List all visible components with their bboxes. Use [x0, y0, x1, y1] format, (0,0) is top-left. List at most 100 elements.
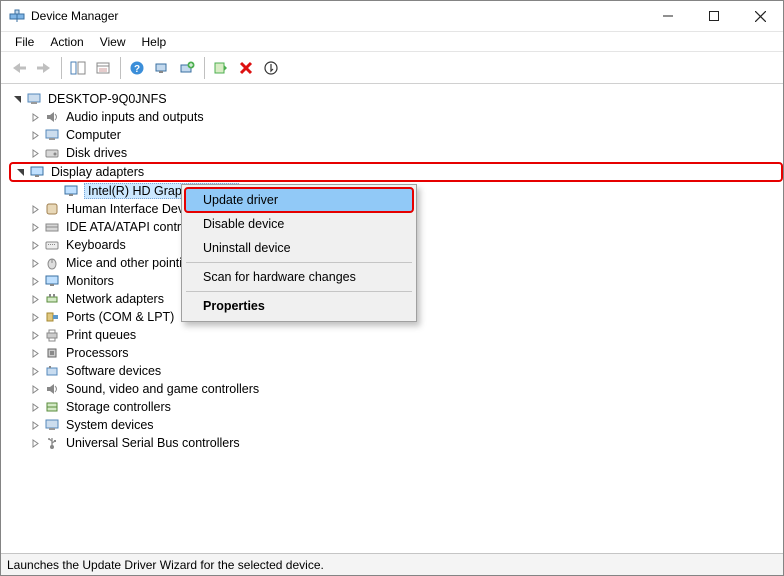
- chevron-right-icon[interactable]: [29, 221, 41, 233]
- menu-view[interactable]: View: [92, 33, 134, 51]
- tree-label: Display adapters: [49, 165, 146, 179]
- menu-properties[interactable]: Properties: [185, 294, 413, 318]
- tree-item-system[interactable]: System devices: [9, 416, 783, 434]
- tree-item-computer[interactable]: Computer: [9, 126, 783, 144]
- tree-item-usb[interactable]: Universal Serial Bus controllers: [9, 434, 783, 452]
- chevron-right-icon[interactable]: [29, 311, 41, 323]
- properties-button[interactable]: [91, 56, 115, 80]
- software-icon: [44, 363, 60, 379]
- tree-label: Network adapters: [64, 292, 166, 306]
- menu-scan-hardware[interactable]: Scan for hardware changes: [185, 265, 413, 289]
- enable-button[interactable]: [209, 56, 233, 80]
- chevron-down-icon[interactable]: [11, 93, 23, 105]
- chevron-right-icon[interactable]: [29, 147, 41, 159]
- device-manager-window: Device Manager File Action View Help ?: [0, 0, 784, 576]
- back-button[interactable]: [7, 56, 31, 80]
- speaker-icon: [44, 109, 60, 125]
- device-tree[interactable]: DESKTOP-9Q0JNFS Audio inputs and outputs…: [1, 84, 783, 553]
- chevron-down-icon[interactable]: [14, 166, 26, 178]
- chevron-right-icon[interactable]: [29, 347, 41, 359]
- chevron-right-icon[interactable]: [29, 401, 41, 413]
- hid-icon: [44, 201, 60, 217]
- tree-label: Storage controllers: [64, 400, 173, 414]
- uninstall-button[interactable]: [234, 56, 258, 80]
- update-driver-button[interactable]: [175, 56, 199, 80]
- tree-label: Processors: [64, 346, 131, 360]
- mouse-icon: [44, 255, 60, 271]
- window-controls: [645, 1, 783, 31]
- tree-item-sound[interactable]: Sound, video and game controllers: [9, 380, 783, 398]
- minimize-button[interactable]: [645, 1, 691, 31]
- tree-label: Universal Serial Bus controllers: [64, 436, 242, 450]
- menu-action[interactable]: Action: [42, 33, 91, 51]
- chevron-right-icon[interactable]: [29, 257, 41, 269]
- tree-item-disk[interactable]: Disk drives: [9, 144, 783, 162]
- device-manager-icon: [9, 8, 25, 24]
- chevron-right-icon[interactable]: [29, 275, 41, 287]
- tree-label: Disk drives: [64, 146, 129, 160]
- chevron-right-icon[interactable]: [29, 239, 41, 251]
- tree-label: DESKTOP-9Q0JNFS: [46, 92, 169, 106]
- close-button[interactable]: [737, 1, 783, 31]
- tree-label: System devices: [64, 418, 156, 432]
- separator: [186, 291, 412, 292]
- computer-icon: [44, 127, 60, 143]
- tree-item-printqueues[interactable]: Print queues: [9, 326, 783, 344]
- menu-help[interactable]: Help: [134, 33, 175, 51]
- tree-item-display-adapters[interactable]: Display adapters: [9, 162, 783, 182]
- chevron-right-icon[interactable]: [29, 203, 41, 215]
- menu-uninstall-device[interactable]: Uninstall device: [185, 236, 413, 260]
- display-icon: [29, 164, 45, 180]
- tree-item-storage[interactable]: Storage controllers: [9, 398, 783, 416]
- menu-file[interactable]: File: [7, 33, 42, 51]
- tree-root[interactable]: DESKTOP-9Q0JNFS: [9, 90, 783, 108]
- display-icon: [63, 183, 79, 199]
- tree-label: Audio inputs and outputs: [64, 110, 206, 124]
- tree-label: Monitors: [64, 274, 116, 288]
- ide-icon: [44, 219, 60, 235]
- cpu-icon: [44, 345, 60, 361]
- tree-label: Sound, video and game controllers: [64, 382, 261, 396]
- chevron-right-icon[interactable]: [29, 419, 41, 431]
- tree-item-processors[interactable]: Processors: [9, 344, 783, 362]
- printer-icon: [44, 327, 60, 343]
- usb-icon: [44, 435, 60, 451]
- disk-icon: [44, 145, 60, 161]
- show-hide-tree-button[interactable]: [66, 56, 90, 80]
- separator: [61, 57, 62, 79]
- statusbar: Launches the Update Driver Wizard for th…: [1, 553, 783, 575]
- system-icon: [44, 417, 60, 433]
- chevron-right-icon[interactable]: [29, 293, 41, 305]
- tree-label: Software devices: [64, 364, 163, 378]
- toolbar: ?: [1, 52, 783, 84]
- storage-icon: [44, 399, 60, 415]
- menu-update-driver[interactable]: Update driver: [185, 188, 413, 212]
- chevron-right-icon[interactable]: [29, 111, 41, 123]
- status-text: Launches the Update Driver Wizard for th…: [7, 558, 324, 572]
- titlebar: Device Manager: [1, 1, 783, 32]
- tree-item-audio[interactable]: Audio inputs and outputs: [9, 108, 783, 126]
- tree-label: Computer: [64, 128, 123, 142]
- separator: [186, 262, 412, 263]
- disable-button[interactable]: [259, 56, 283, 80]
- separator: [204, 57, 205, 79]
- scan-button[interactable]: [150, 56, 174, 80]
- monitor-icon: [44, 273, 60, 289]
- forward-button[interactable]: [32, 56, 56, 80]
- speaker-icon: [44, 381, 60, 397]
- chevron-right-icon[interactable]: [29, 383, 41, 395]
- chevron-right-icon[interactable]: [29, 129, 41, 141]
- window-title: Device Manager: [31, 9, 118, 23]
- tree-item-software[interactable]: Software devices: [9, 362, 783, 380]
- chevron-right-icon[interactable]: [29, 329, 41, 341]
- help-button[interactable]: ?: [125, 56, 149, 80]
- chevron-right-icon[interactable]: [29, 365, 41, 377]
- tree-label: Ports (COM & LPT): [64, 310, 176, 324]
- ports-icon: [44, 309, 60, 325]
- maximize-button[interactable]: [691, 1, 737, 31]
- tree-label: Print queues: [64, 328, 138, 342]
- chevron-right-icon[interactable]: [29, 437, 41, 449]
- keyboard-icon: [44, 237, 60, 253]
- menu-disable-device[interactable]: Disable device: [185, 212, 413, 236]
- computer-icon: [26, 91, 42, 107]
